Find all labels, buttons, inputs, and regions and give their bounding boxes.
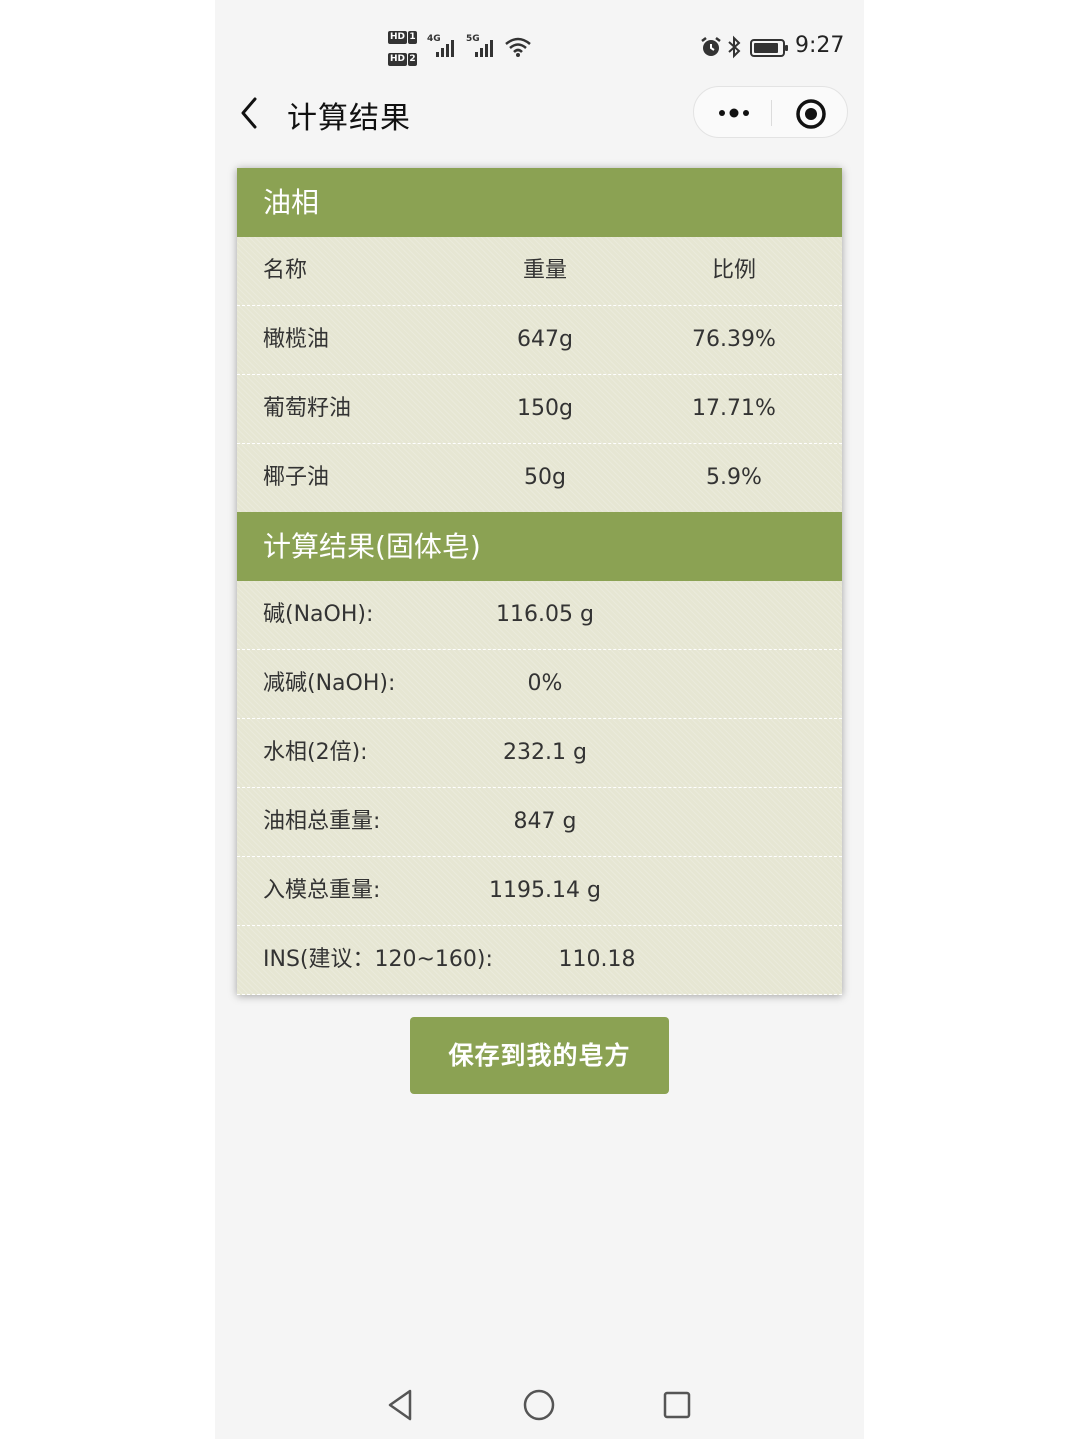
clock: 9:27 — [795, 33, 845, 58]
hd1-label: HD — [388, 31, 408, 44]
circle-home-icon[interactable] — [522, 1388, 556, 1422]
phone-screen: HD 1 HD 2 4G 5G 9:27 计算结果 油相 名称 重量 比例 橄榄… — [215, 0, 864, 1439]
result-label: 入模总重量: — [263, 878, 381, 903]
oil-row: 橄榄油 647g 76.39% — [237, 306, 842, 375]
signal-2-icon: 5G — [466, 34, 500, 60]
oil-ratio: 17.71% — [692, 396, 776, 421]
result-row-lye: 碱(NaOH): 116.05 g — [237, 581, 842, 650]
chevron-left-icon[interactable] — [237, 96, 265, 130]
mini-program-capsule — [693, 86, 848, 138]
square-recent-icon[interactable] — [662, 1390, 692, 1420]
result-label: 减碱(NaOH): — [263, 671, 396, 696]
triangle-back-icon[interactable] — [385, 1388, 415, 1422]
oil-name: 椰子油 — [263, 465, 330, 490]
oil-name: 葡萄籽油 — [263, 396, 352, 421]
result-value: 116.05 g — [496, 602, 594, 627]
result-label: 碱(NaOH): — [263, 602, 374, 627]
result-section-header: 计算结果(固体皂) — [237, 512, 842, 581]
signal-1-icon: 4G — [427, 34, 461, 60]
alarm-icon — [701, 37, 721, 56]
result-label: 油相总重量: — [263, 809, 381, 834]
column-header-ratio: 比例 — [711, 258, 757, 283]
result-row-oil-total: 油相总重量: 847 g — [237, 788, 842, 857]
result-value: 847 g — [513, 809, 577, 834]
result-label: 水相(2倍): — [263, 740, 368, 765]
hd1-badge: HD 1 — [388, 30, 422, 44]
save-recipe-button[interactable]: 保存到我的皂方 — [410, 1017, 669, 1094]
oil-ratio: 5.9% — [706, 465, 762, 490]
result-label: INS(建议：120~160): — [263, 947, 493, 972]
hd1-num: 1 — [408, 31, 418, 44]
result-value: 1195.14 g — [489, 878, 601, 903]
page-title: 计算结果 — [287, 101, 411, 136]
hd2-badge: HD 2 — [388, 52, 422, 66]
bluetooth-icon — [728, 35, 741, 59]
result-card: 油相 名称 重量 比例 橄榄油 647g 76.39% 葡萄籽油 150g 17… — [237, 168, 842, 995]
oil-section-header: 油相 — [237, 168, 842, 237]
oil-weight: 150g — [517, 396, 573, 421]
target-circle-icon[interactable] — [795, 98, 827, 130]
battery-icon — [750, 39, 788, 57]
result-value: 0% — [527, 671, 563, 696]
hd-indicators: HD 1 HD 2 — [388, 30, 422, 66]
oil-row: 椰子油 50g 5.9% — [237, 444, 842, 512]
result-row-water: 水相(2倍): 232.1 g — [237, 719, 842, 788]
oil-name: 橄榄油 — [263, 327, 330, 352]
oil-ratio: 76.39% — [692, 327, 776, 352]
result-row-lye-discount: 减碱(NaOH): 0% — [237, 650, 842, 719]
status-bar: HD 1 HD 2 4G 5G 9:27 — [215, 0, 864, 90]
result-value: 110.18 — [558, 947, 636, 972]
hd2-num: 2 — [408, 53, 418, 66]
oil-weight: 647g — [517, 327, 573, 352]
column-header-weight: 重量 — [522, 258, 568, 283]
result-row-mold-total: 入模总重量: 1195.14 g — [237, 857, 842, 926]
result-row-ins: INS(建议：120~160): 110.18 — [237, 926, 842, 995]
hd2-label: HD — [388, 53, 408, 66]
more-dots-icon[interactable] — [714, 101, 754, 125]
column-header-name: 名称 — [263, 258, 308, 283]
oil-row: 葡萄籽油 150g 17.71% — [237, 375, 842, 444]
oil-weight: 50g — [524, 465, 566, 490]
wifi-icon — [505, 37, 531, 57]
oil-table-header-row: 名称 重量 比例 — [237, 237, 842, 306]
capsule-divider — [771, 100, 772, 126]
result-value: 232.1 g — [503, 740, 587, 765]
